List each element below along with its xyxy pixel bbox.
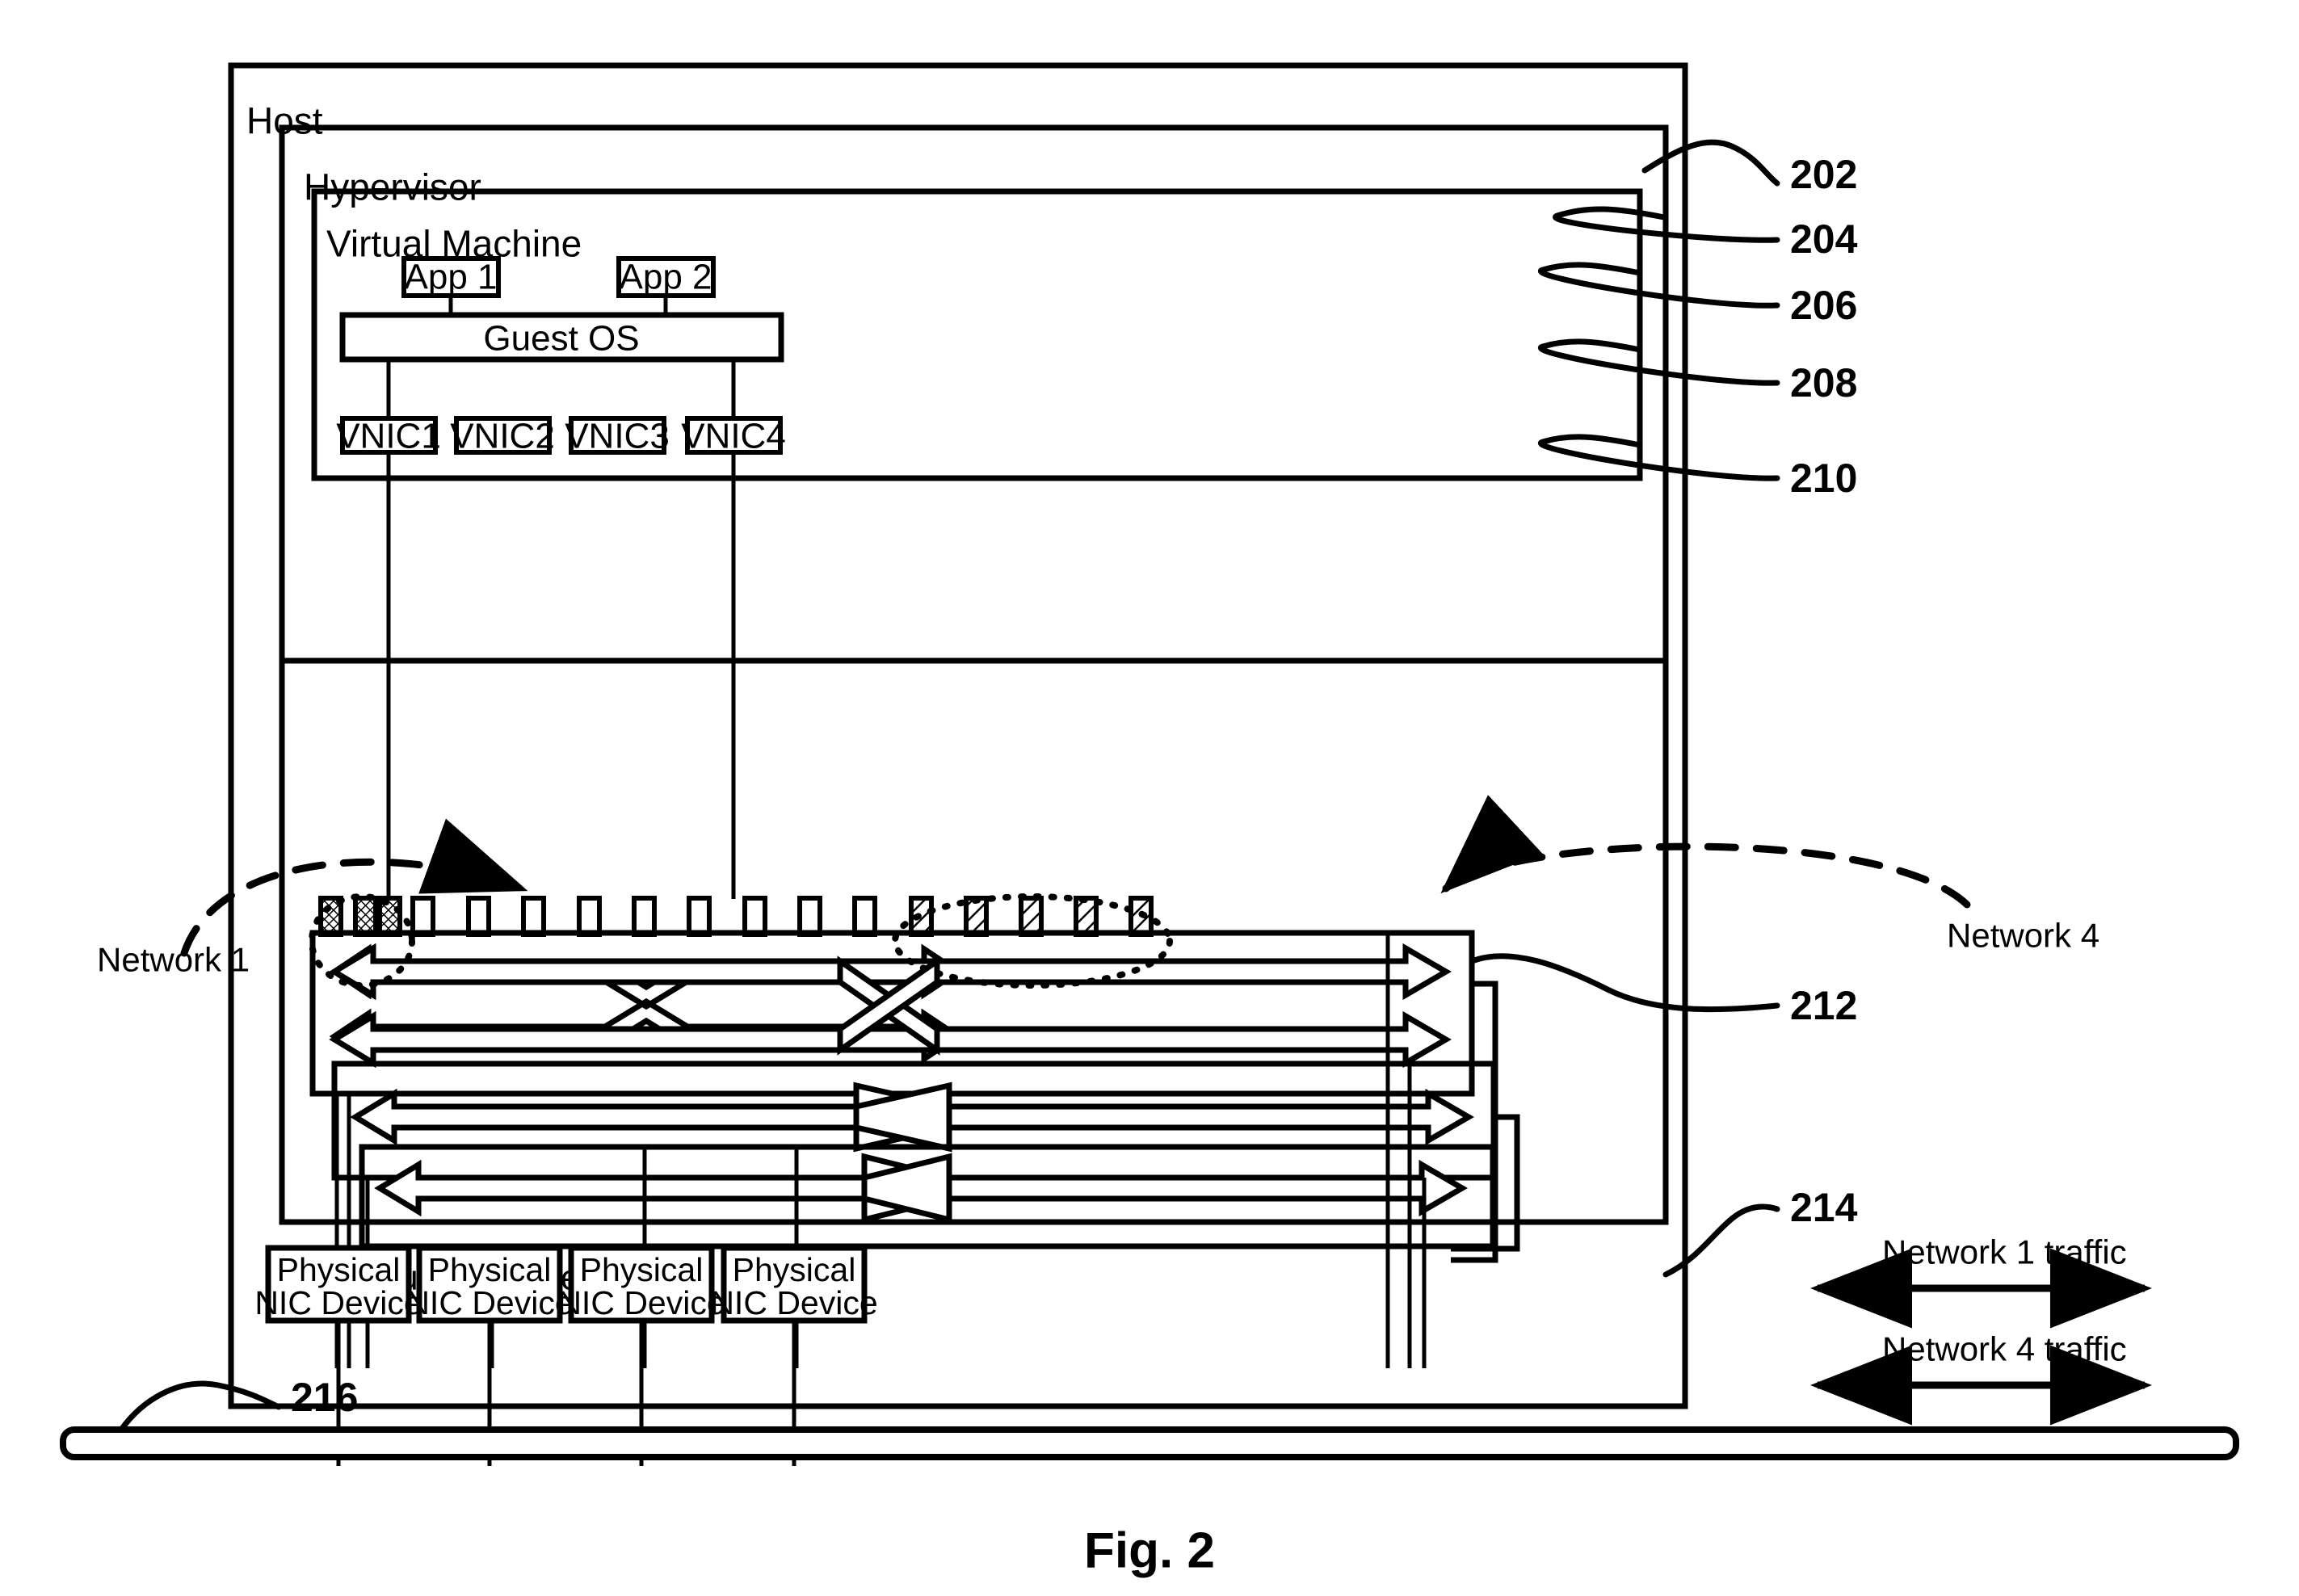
patent-figure-2: Host Hypervisor Virtual Machine App 1 Ap… [60,62,2239,1579]
physical-nic-device-1-line1: Physical [277,1251,401,1288]
vnic1-label: VNIC1 [336,417,441,456]
reference-numeral-204: 204 [1790,216,1858,262]
vnic4-label: VNIC4 [681,417,786,456]
physical-network-medium [60,1426,2239,1460]
switch-port-7 [577,896,602,937]
reference-numeral-210: 210 [1790,456,1857,501]
physical-nic-device-2-line1: Physical [428,1251,552,1288]
switch-port-15 [1019,896,1044,937]
reference-numeral-214: 214 [1790,1185,1858,1230]
switch-port-row [318,896,1099,937]
switch-port-11 [797,896,822,937]
guest-os-label: Guest OS [483,319,639,359]
network-1-callout-label: Network 1 [97,940,250,978]
physical-nic-device-3-line1: Physical [580,1251,704,1288]
app-2-label: App 2 [620,258,712,297]
switch-port-9 [687,896,712,937]
figure-canvas: Host Hypervisor Virtual Machine App 1 Ap… [0,0,2299,1596]
switch-3-x-crossing [861,1153,952,1224]
physical-nic-device-2-line2: NIC Device [406,1284,573,1321]
physical-nic-device-1-line2: NIC Device [254,1284,422,1321]
physical-nic-device-4-line2: NIC Device [710,1284,877,1321]
hypervisor-box [279,124,1669,664]
physical-nic-device-4-line1: Physical [733,1251,856,1288]
vnic3-label: VNIC3 [565,417,670,456]
switch-port-2 [353,896,378,937]
reference-numeral-216: 216 [291,1375,358,1420]
reference-numeral-208: 208 [1790,360,1857,405]
figure-caption: Fig. 2 [1084,1523,1215,1579]
network-1-traffic-label: Network 1 traffic [1882,1233,2127,1271]
network-4-callout-curve [1440,795,1971,909]
switch-port-10 [742,896,767,937]
switch-port-12 [852,896,877,937]
reference-numeral-202: 202 [1790,152,1857,197]
vnic2-label: VNIC2 [450,417,555,456]
switch-port-8 [632,896,657,937]
physical-nic-device-3-line2: NIC Device [557,1284,725,1321]
network-4-traffic-label: Network 4 traffic [1882,1330,2127,1368]
app-1-label: App 1 [405,258,498,297]
reference-numeral-206: 206 [1790,283,1857,328]
switch-2-x-crossing [853,1082,952,1153]
switch-port-5 [466,896,491,937]
reference-numeral-212: 212 [1790,983,1857,1028]
switch-port-6 [521,896,546,937]
switch-port-4 [410,896,435,937]
switch-port-16 [1074,896,1099,937]
hypervisor-label: Hypervisor [304,166,481,208]
network-4-callout-label: Network 4 [1947,916,2099,954]
